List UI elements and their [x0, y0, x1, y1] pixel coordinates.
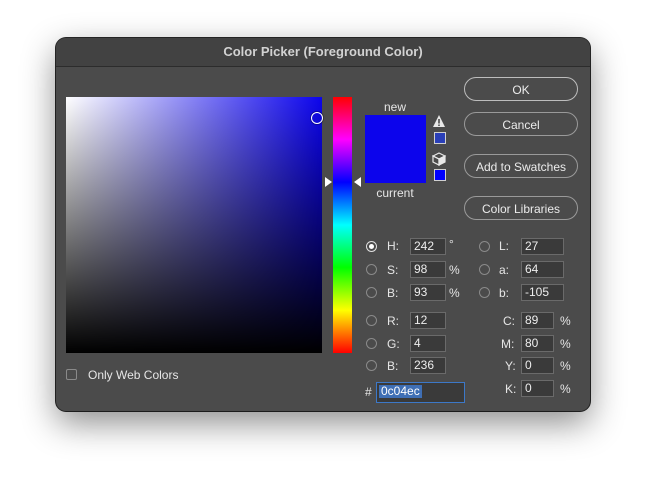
green-radio[interactable]	[366, 338, 377, 349]
hue-radio[interactable]	[366, 241, 377, 252]
yellow-label: Y:	[505, 359, 516, 373]
black-label: K:	[505, 382, 517, 396]
hex-value: 0c04ec	[379, 384, 422, 398]
color-picker-dialog: Color Picker (Foreground Color) new curr…	[56, 38, 590, 411]
black-field[interactable]: 0	[521, 380, 554, 397]
magenta-unit: %	[560, 337, 571, 351]
yellow-field[interactable]: 0	[521, 357, 554, 374]
current-color-label: current	[376, 186, 414, 200]
color-marker[interactable]	[311, 112, 323, 124]
blue-label: B:	[387, 359, 399, 373]
hue-slider-right-handle[interactable]	[354, 177, 361, 187]
brightness-unit: %	[449, 286, 460, 300]
websafe-swatch[interactable]	[434, 169, 446, 181]
hue-field[interactable]: 242	[410, 238, 446, 255]
yellow-unit: %	[560, 359, 571, 373]
new-color-label: new	[383, 100, 406, 114]
magenta-label: M:	[501, 337, 515, 351]
cyan-field[interactable]: 89	[521, 312, 554, 329]
red-label: R:	[387, 314, 399, 328]
lab-l-radio[interactable]	[479, 241, 490, 252]
hue-slider[interactable]	[333, 97, 352, 353]
ok-button[interactable]: OK	[464, 77, 578, 101]
saturation-field[interactable]: 98	[410, 261, 446, 278]
black-unit: %	[560, 382, 571, 396]
lab-b-label: b:	[499, 286, 510, 300]
lab-a-label: a:	[499, 263, 510, 277]
current-color-swatch[interactable]	[365, 149, 426, 183]
new-color-swatch	[365, 115, 426, 150]
saturation-brightness-field[interactable]	[66, 97, 322, 353]
cube-icon[interactable]	[432, 152, 446, 166]
brightness-field[interactable]: 93	[410, 284, 446, 301]
hue-unit: °	[449, 237, 454, 251]
brightness-radio[interactable]	[366, 287, 377, 298]
dialog-title: Color Picker (Foreground Color)	[56, 38, 590, 67]
hue-label: H:	[387, 239, 399, 253]
lab-l-field[interactable]: 27	[521, 238, 564, 255]
color-libraries-button[interactable]: Color Libraries	[464, 196, 578, 220]
warning-triangle-icon[interactable]	[432, 114, 446, 128]
gamut-warning-swatch[interactable]	[434, 132, 446, 144]
brightness-label: B:	[387, 286, 399, 300]
hex-field[interactable]: 0c04ec	[376, 382, 465, 403]
only-web-colors-label[interactable]: Only Web Colors	[88, 367, 178, 383]
hue-slider-left-handle[interactable]	[325, 177, 332, 187]
red-field[interactable]: 12	[410, 312, 446, 329]
lab-a-field[interactable]: 64	[521, 261, 564, 278]
cancel-button[interactable]: Cancel	[464, 112, 578, 136]
only-web-colors-checkbox[interactable]	[66, 369, 77, 380]
red-radio[interactable]	[366, 315, 377, 326]
lab-a-radio[interactable]	[479, 264, 490, 275]
cyan-unit: %	[560, 314, 571, 328]
blue-field[interactable]: 236	[410, 357, 446, 374]
green-field[interactable]: 4	[410, 335, 446, 352]
magenta-field[interactable]: 80	[521, 335, 554, 352]
saturation-radio[interactable]	[366, 264, 377, 275]
lab-b-field[interactable]: -105	[521, 284, 564, 301]
blue-radio[interactable]	[366, 360, 377, 371]
saturation-unit: %	[449, 263, 460, 277]
saturation-label: S:	[387, 263, 399, 277]
lab-b-radio[interactable]	[479, 287, 490, 298]
green-label: G:	[387, 337, 400, 351]
cyan-label: C:	[503, 314, 515, 328]
hex-label: #	[365, 385, 372, 399]
add-to-swatches-button[interactable]: Add to Swatches	[464, 154, 578, 178]
lab-l-label: L:	[499, 239, 510, 253]
